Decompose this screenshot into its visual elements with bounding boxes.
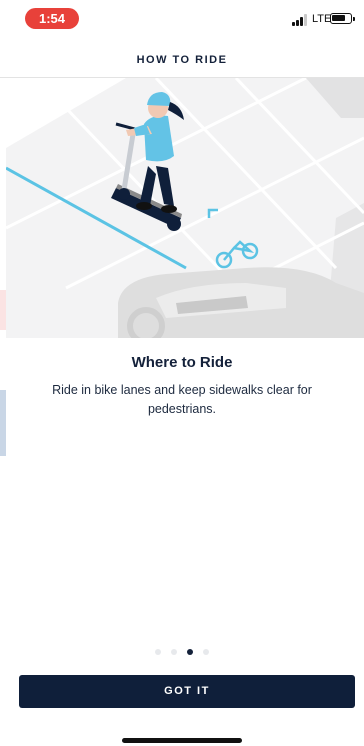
pager-dots — [0, 649, 364, 655]
scooter-illustration — [6, 78, 364, 338]
got-it-button[interactable]: GOT IT — [19, 675, 355, 708]
slide-description: Ride in bike lanes and keep sidewalks cl… — [52, 383, 312, 416]
screen-header: HOW TO RIDE — [0, 40, 364, 78]
pager-dot[interactable] — [187, 649, 193, 655]
pager-dot[interactable] — [171, 649, 177, 655]
status-bar: 1:54 LTE — [0, 0, 364, 40]
network-label: LTE — [312, 13, 332, 25]
battery-icon — [330, 13, 355, 24]
slide-title: Where to Ride — [131, 354, 233, 371]
home-indicator[interactable] — [122, 738, 242, 743]
scooter-in-bike-lane-illustration — [6, 78, 364, 338]
signal-icon — [292, 14, 310, 26]
pager-dot[interactable] — [203, 649, 209, 655]
pager-dot[interactable] — [155, 649, 161, 655]
battery-fill — [332, 15, 345, 21]
status-time: 1:54 — [25, 8, 79, 29]
previous-card-edge-blue — [0, 390, 6, 456]
page-title: HOW TO RIDE — [136, 54, 228, 66]
